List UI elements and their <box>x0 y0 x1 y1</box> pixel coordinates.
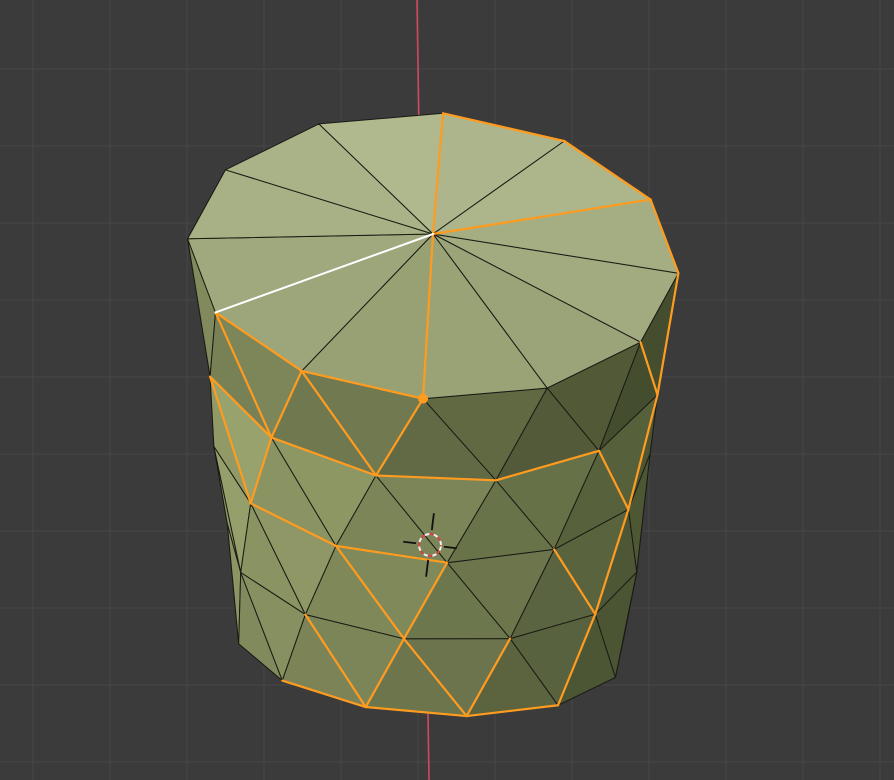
viewport-canvas[interactable] <box>0 0 894 780</box>
blender-3d-viewport[interactable] <box>0 0 894 780</box>
selected-vertex[interactable] <box>418 393 429 404</box>
